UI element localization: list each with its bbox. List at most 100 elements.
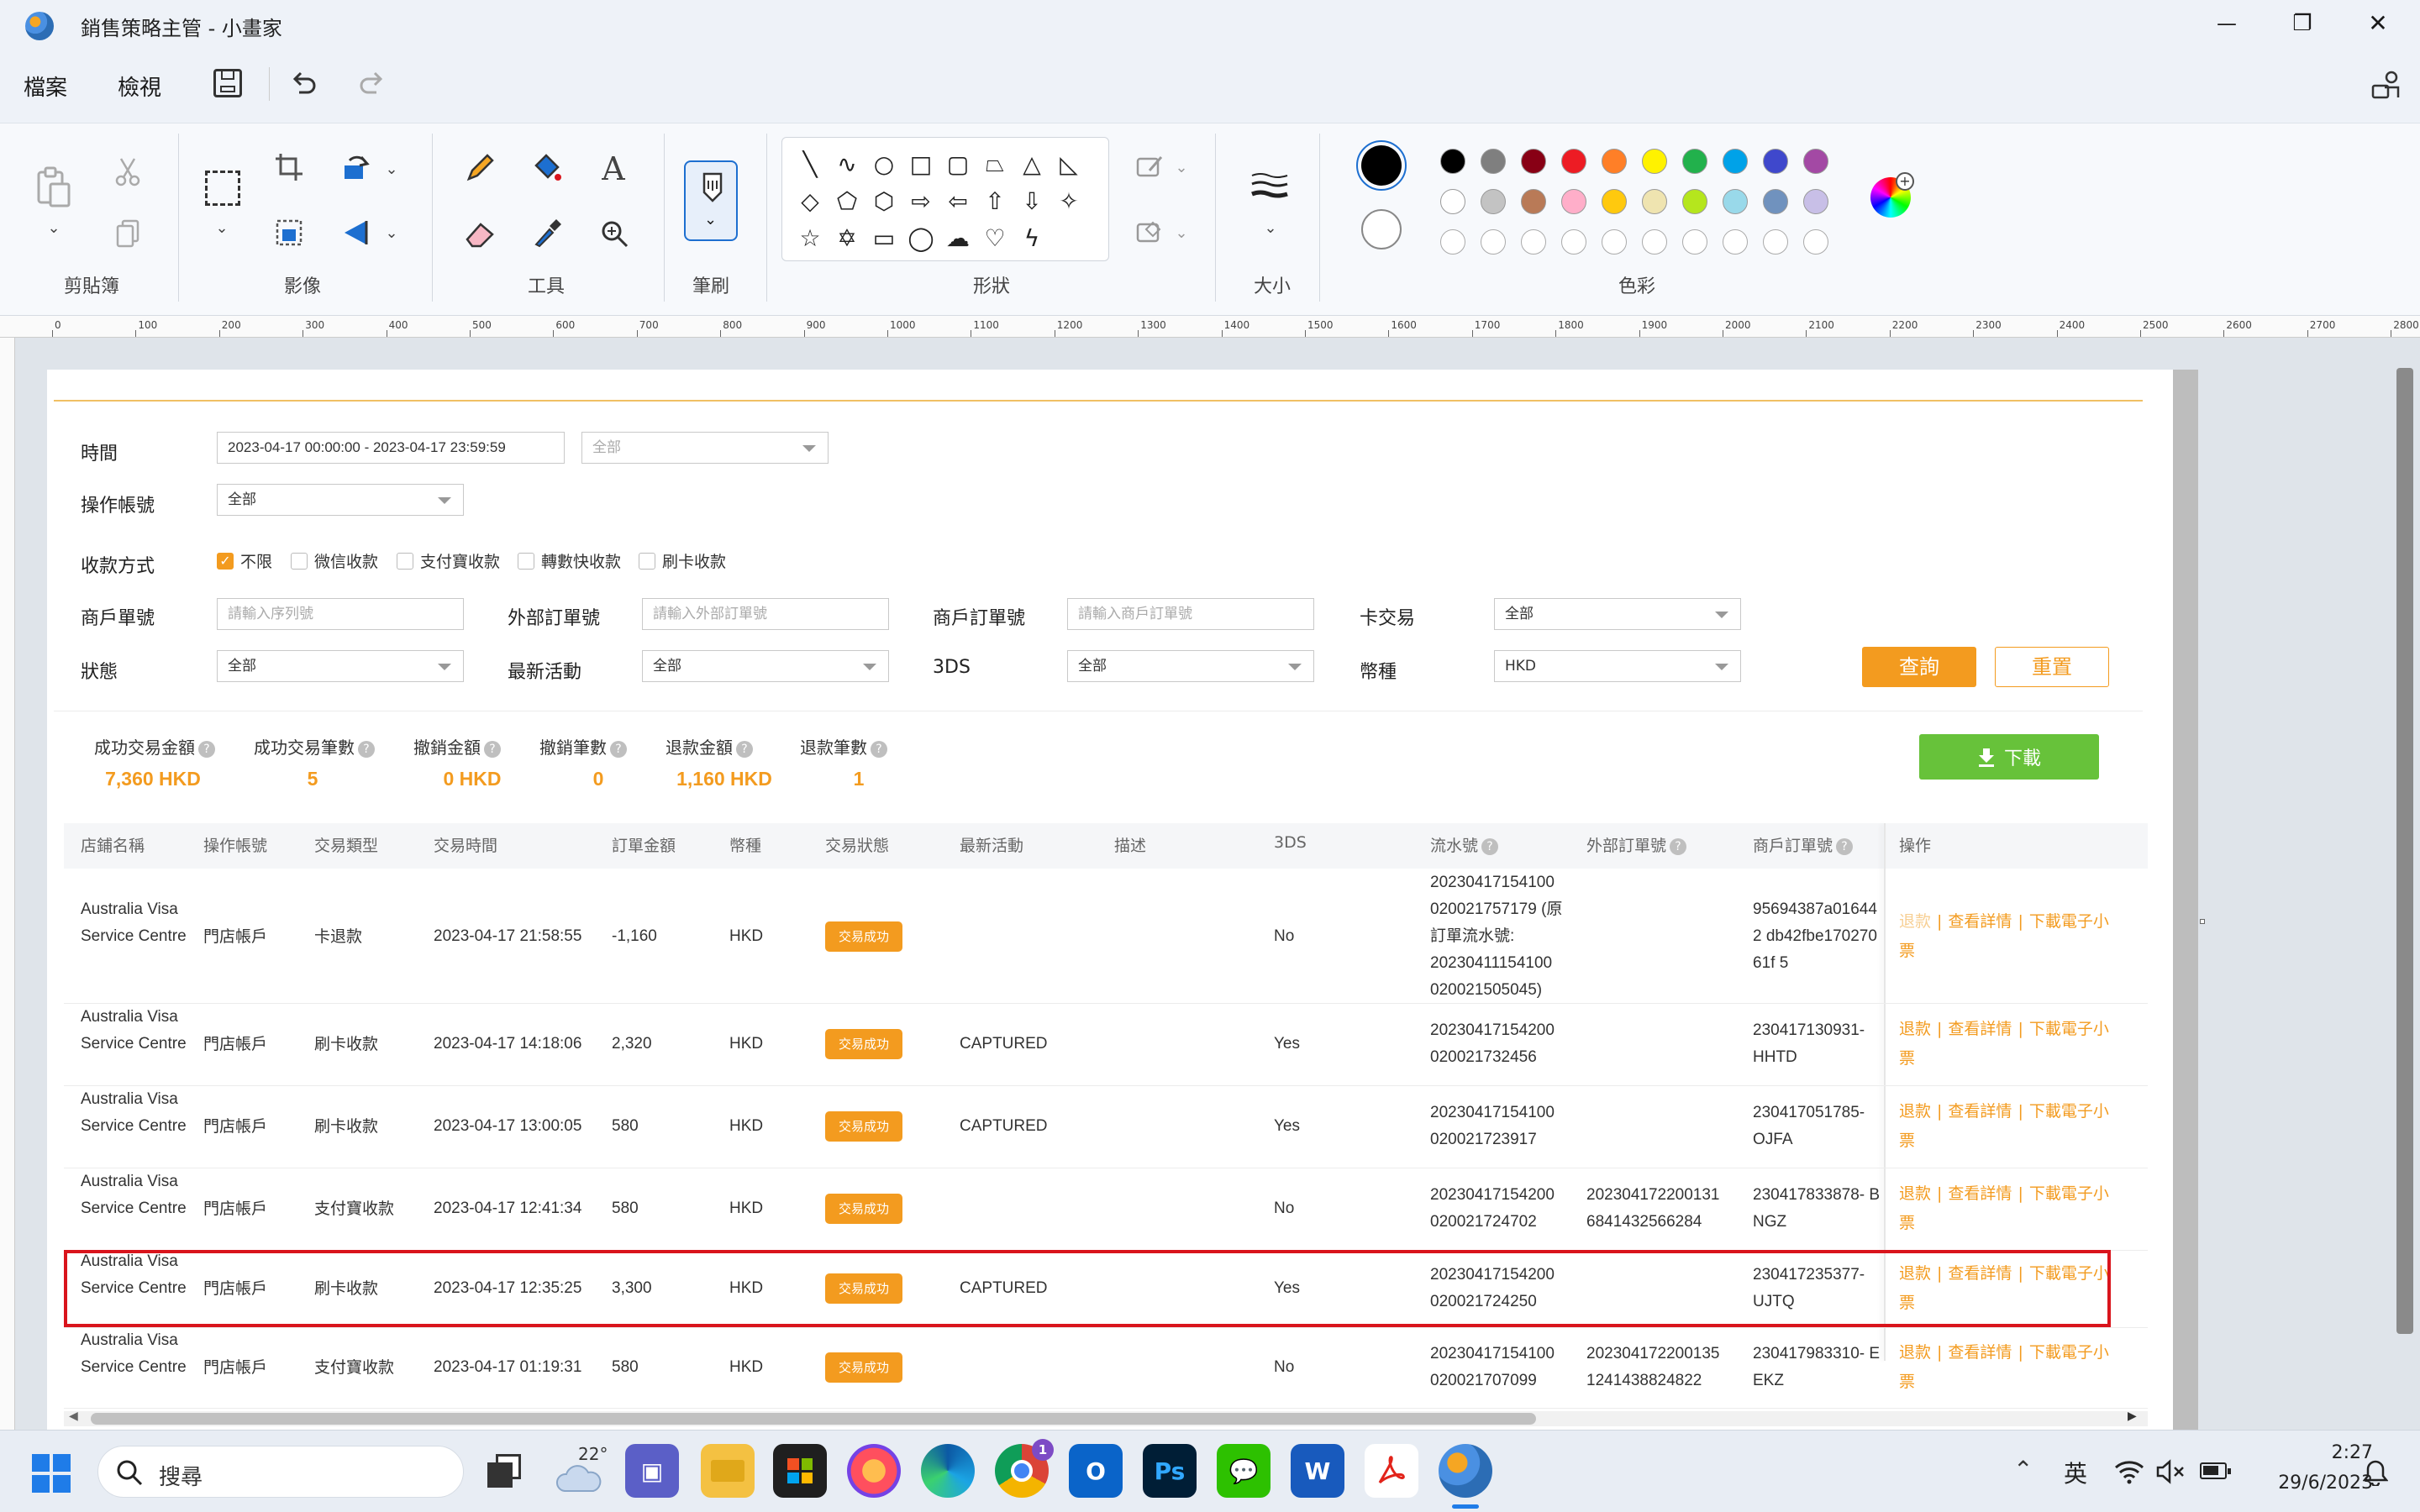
scroll-right-icon[interactable]: ▶ [2128,1410,2137,1423]
horizontal-scrollbar-thumb[interactable] [91,1413,1536,1425]
search-box[interactable]: 搜尋 [97,1446,464,1498]
view-details-link[interactable]: 查看詳情 [1948,1343,2012,1362]
show-hidden-icons[interactable]: ⌃ [2013,1456,2033,1483]
merchant-order-input[interactable]: 請輸入商戶訂單號 [1067,598,1314,630]
query-button[interactable]: 查詢 [1862,647,1976,687]
color-swatch[interactable] [1561,149,1586,174]
view-details-link[interactable]: 查看詳情 [1948,1184,2012,1203]
select-dropdown-icon[interactable]: ⌄ [212,218,232,238]
fill-shape-icon[interactable] [1134,218,1166,248]
teams-chat-icon[interactable]: ▣ [625,1444,679,1498]
eraser-icon[interactable] [464,218,496,249]
task-view-icon[interactable] [487,1454,521,1488]
fill-icon[interactable] [531,152,563,184]
payment-option-any[interactable]: ✓ 不限 [217,549,272,572]
card-transaction-select[interactable]: 全部 [1494,598,1741,630]
account-select[interactable]: 全部 [217,484,464,516]
battery-icon[interactable] [2200,1462,2231,1479]
download-button[interactable]: 下載 [1919,734,2099,780]
color-swatch[interactable] [1723,149,1748,174]
cloud-callout-shape-icon[interactable]: ☁ [941,221,975,255]
help-icon[interactable]: ? [1481,837,1499,855]
brush-button[interactable]: ⌄ [684,160,738,241]
custom-color-swatch[interactable] [1682,229,1707,255]
undo-icon[interactable] [289,69,319,99]
help-icon[interactable]: ? [736,740,753,758]
color-swatch[interactable] [1440,189,1465,214]
rectangle-shape-icon[interactable]: □ [904,147,938,181]
help-icon[interactable]: ? [610,740,627,758]
six-point-star-shape-icon[interactable]: ✡ [830,221,864,255]
color-swatch[interactable] [1803,189,1828,214]
clock-date[interactable]: 29/6/2023 [2252,1473,2373,1494]
color-picker-icon[interactable] [531,218,563,249]
help-icon[interactable]: ? [1670,837,1687,855]
acrobat-icon[interactable] [1365,1444,1418,1498]
right-triangle-shape-icon[interactable]: ◺ [1052,147,1086,181]
copy-icon[interactable] [114,218,141,249]
currency-select[interactable]: HKD [1494,650,1741,682]
refund-link[interactable]: 退款 [1899,1020,1931,1038]
canvas-resize-handle[interactable] [2200,919,2205,924]
right-arrow-shape-icon[interactable]: ⇨ [904,184,938,218]
rounded-callout-shape-icon[interactable]: ▭ [867,221,901,255]
help-icon[interactable]: ? [358,740,375,758]
edge-icon[interactable] [921,1444,975,1498]
help-icon[interactable]: ? [198,740,215,758]
outlook-icon[interactable]: O [1069,1444,1123,1498]
color-swatch[interactable] [1682,189,1707,214]
color-swatch[interactable] [1440,149,1465,174]
rotate-dropdown-icon[interactable]: ⌄ [381,159,402,179]
flip-icon[interactable] [341,218,371,248]
paste-dropdown-icon[interactable]: ⌄ [44,218,64,238]
curve-shape-icon[interactable]: ∿ [830,147,864,181]
wechat-icon[interactable]: 💬 [1217,1444,1270,1498]
line-shape-icon[interactable]: ╲ [793,147,827,181]
start-icon[interactable] [32,1454,71,1493]
outline-icon[interactable] [1134,152,1166,182]
color-swatch[interactable] [1723,189,1748,214]
color-swatch[interactable] [1481,149,1506,174]
save-icon[interactable] [213,69,242,97]
custom-color-swatch[interactable] [1803,229,1828,255]
view-details-link[interactable]: 查看詳情 [1948,1020,2012,1038]
refund-link[interactable]: 退款 [1899,1184,1931,1203]
crop-icon[interactable] [274,152,304,182]
notification-bell-icon[interactable] [2363,1459,2388,1486]
color-swatch[interactable] [1481,189,1506,214]
down-arrow-shape-icon[interactable]: ⇩ [1015,184,1049,218]
hexagon-shape-icon[interactable]: ⬡ [867,184,901,218]
color1-active[interactable] [1356,140,1407,191]
latest-activity-select[interactable]: 全部 [642,650,889,682]
magnifier-icon[interactable] [598,218,630,249]
firefox-icon[interactable] [847,1444,901,1498]
outline-dropdown-icon[interactable]: ⌄ [1171,157,1192,177]
vertical-scrollbar[interactable] [2396,368,2413,1334]
reset-button[interactable]: 重置 [1995,647,2109,687]
resize-icon[interactable] [274,218,304,248]
rotate-icon[interactable] [341,152,371,182]
color-swatch[interactable] [1642,149,1667,174]
account-icon[interactable] [2370,69,2403,102]
pencil-icon[interactable] [464,152,496,184]
help-icon[interactable]: ? [871,740,887,758]
custom-color-swatch[interactable] [1440,229,1465,255]
help-icon[interactable]: ? [1836,837,1854,855]
merchant-no-input[interactable]: 請輸入序列號 [217,598,464,630]
maximize-button[interactable]: ❐ [2277,7,2328,40]
custom-color-swatch[interactable] [1642,229,1667,255]
custom-color-swatch[interactable] [1561,229,1586,255]
fill-shape-dropdown-icon[interactable]: ⌄ [1171,223,1192,243]
color-swatch[interactable] [1642,189,1667,214]
flip-dropdown-icon[interactable]: ⌄ [381,223,402,243]
color-swatch[interactable] [1803,149,1828,174]
custom-color-swatch[interactable] [1602,229,1627,255]
payment-option-wechat[interactable]: 微信收款 [291,549,378,572]
clock-time[interactable]: 2:27 [2286,1442,2373,1463]
photoshop-icon[interactable]: Ps [1143,1444,1197,1498]
redo-icon[interactable] [356,69,387,99]
scroll-left-icon[interactable]: ◀ [69,1410,78,1423]
store-icon[interactable] [773,1444,827,1498]
rounded-rectangle-shape-icon[interactable]: ▢ [941,147,975,181]
edit-colors-icon[interactable]: + [1870,172,1914,218]
